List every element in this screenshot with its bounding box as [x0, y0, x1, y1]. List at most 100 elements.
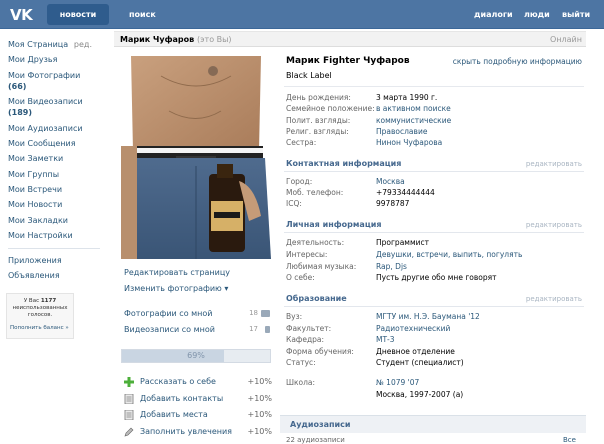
plus-icon: [124, 377, 134, 387]
balance-amount: 1177: [40, 298, 57, 304]
field-label: Деятельность:: [286, 238, 345, 247]
field-value[interactable]: Девушки, встречи, выпить, погулять: [376, 250, 522, 259]
nav-edit-link[interactable]: ред.: [74, 37, 92, 52]
section-title: Личная информация: [286, 220, 382, 229]
field-value[interactable]: Нинон Чуфарова: [376, 138, 442, 147]
tab-search[interactable]: поиск: [129, 10, 156, 19]
videos-with-me-count: 17: [249, 325, 258, 333]
action-add-contacts[interactable]: Добавить контакты +10%: [124, 393, 272, 407]
nav-groups[interactable]: Мои Группы: [8, 167, 106, 182]
profile-status[interactable]: Black Label: [286, 71, 332, 80]
nav-my-page-label[interactable]: Моя Страница: [8, 40, 68, 49]
profile-header-sub: (это Вы): [197, 35, 232, 44]
field-label: Вуз:: [286, 312, 303, 321]
video-icon: [265, 326, 270, 333]
profile-header: Марик Чуфаров (это Вы) Онлайн: [114, 31, 586, 47]
field-label: Интересы:: [286, 250, 328, 259]
top-bar: VK новости поиск диалоги люди выйти: [0, 0, 604, 29]
link-logout[interactable]: выйти: [562, 10, 590, 19]
field-value: Программист: [376, 238, 429, 247]
balance-box: У Вас 1177 неиспользованных голосов. Поп…: [6, 293, 74, 339]
left-nav: Моя Страница ред. Мои Друзья Мои Фотогра…: [8, 37, 106, 284]
photos-with-me-row[interactable]: Фотографии со мной 18: [124, 309, 272, 318]
nav-meetings[interactable]: Мои Встречи: [8, 182, 106, 197]
profile-photo-image: [121, 56, 271, 259]
section-edit-link[interactable]: редактировать: [526, 221, 582, 229]
link-people[interactable]: люди: [524, 10, 550, 19]
field-label: Город:: [286, 177, 313, 186]
field-label: Полит. взгляды:: [286, 116, 351, 125]
field-value[interactable]: Rap, Djs: [376, 262, 407, 271]
balance-topup-link[interactable]: Пополнить баланс »: [7, 325, 73, 332]
vk-logo[interactable]: VK: [10, 6, 33, 24]
field-value: +79334444444: [376, 188, 435, 197]
hide-details-link[interactable]: скрыть подробную информацию: [453, 57, 582, 66]
section-edit-link[interactable]: редактировать: [526, 295, 582, 303]
nav-notes[interactable]: Мои Заметки: [8, 151, 106, 166]
action-label[interactable]: Рассказать о себе: [140, 377, 216, 386]
field-label-school: Школа:: [286, 378, 316, 387]
link-dialogs[interactable]: диалоги: [474, 10, 513, 19]
tab-news[interactable]: новости: [47, 4, 109, 25]
progress-label: 69%: [187, 351, 205, 360]
videos-with-me-row[interactable]: Видеозаписи со мной 17: [124, 325, 272, 334]
audio-section-header: Аудиозаписи: [280, 415, 586, 433]
camera-icon: [261, 310, 270, 317]
section-personal-header: Личная информация редактировать: [284, 219, 584, 233]
nav-my-page[interactable]: Моя Страница ред.: [8, 37, 106, 52]
photos-with-me-label[interactable]: Фотографии со мной: [124, 309, 213, 318]
contacts-icon: [124, 394, 134, 404]
balance-line2: неиспользованных: [12, 305, 68, 311]
field-value[interactable]: Радиотехнический: [376, 324, 450, 333]
nav-friends[interactable]: Мои Друзья: [8, 52, 106, 67]
nav-news[interactable]: Мои Новости: [8, 197, 106, 212]
nav-bookmarks[interactable]: Мои Закладки: [8, 213, 106, 228]
action-label[interactable]: Добавить места: [140, 410, 208, 419]
action-label[interactable]: Добавить контакты: [140, 394, 223, 403]
profile-header-name: Марик Чуфаров (это Вы): [120, 35, 232, 44]
online-status: Онлайн: [550, 35, 582, 44]
field-value-school-city: Москва, 1997-2007 (а): [376, 390, 464, 399]
field-value-school[interactable]: № 1079 '07: [376, 378, 419, 387]
section-education-header: Образование редактировать: [284, 293, 584, 307]
videos-with-me-label[interactable]: Видеозаписи со мной: [124, 325, 215, 334]
field-value[interactable]: Православие: [376, 127, 427, 136]
action-fill-interests[interactable]: Заполнить увлечения +10%: [124, 426, 272, 440]
field-label: Факультет:: [286, 324, 332, 333]
action-percent: +10%: [247, 427, 272, 436]
field-value: Дневное отделение: [376, 347, 455, 356]
nav-audio[interactable]: Мои Аудиозаписи: [8, 121, 106, 136]
field-value[interactable]: Москва: [376, 177, 405, 186]
nav-divider: [8, 248, 100, 250]
nav-ads[interactable]: Объявления: [8, 268, 106, 283]
profile-photo[interactable]: [121, 56, 271, 259]
field-label: Религ. взгляды:: [286, 127, 349, 136]
edit-page-link[interactable]: Редактировать страницу: [124, 268, 230, 277]
field-label: О себе:: [286, 273, 315, 282]
balance-line3: голосов.: [27, 312, 53, 318]
field-value[interactable]: коммунистические: [376, 116, 451, 125]
action-tell-about[interactable]: Рассказать о себе +10%: [124, 376, 272, 390]
field-value[interactable]: в активном поиске: [376, 104, 451, 113]
field-value[interactable]: МТ-3: [376, 335, 395, 344]
action-add-places[interactable]: Добавить места +10%: [124, 409, 272, 423]
field-label: День рождения:: [286, 93, 351, 102]
section-title: Контактная информация: [286, 159, 402, 168]
nav-apps[interactable]: Приложения: [8, 253, 106, 268]
field-label: Форма обучения:: [286, 347, 354, 356]
field-value[interactable]: МГТУ им. Н.Э. Баумана '12: [376, 312, 480, 321]
divider: [284, 86, 584, 87]
field-label: Кафедра:: [286, 335, 325, 344]
audio-title[interactable]: Аудиозаписи: [290, 420, 351, 429]
field-label: Семейное положение:: [286, 104, 375, 113]
action-label[interactable]: Заполнить увлечения: [140, 427, 232, 436]
nav-settings[interactable]: Мои Настройки: [8, 228, 106, 243]
field-value: 3 марта 1990 г.: [376, 93, 438, 102]
profile-full-name: Марик Fighter Чуфаров: [286, 56, 410, 66]
nav-messages[interactable]: Мои Сообщения: [8, 136, 106, 151]
action-percent: +10%: [247, 410, 272, 419]
field-label: Статус:: [286, 358, 316, 367]
section-edit-link[interactable]: редактировать: [526, 160, 582, 168]
places-icon: [124, 410, 134, 420]
change-photo-link[interactable]: Изменить фотографию ▾: [124, 284, 228, 293]
